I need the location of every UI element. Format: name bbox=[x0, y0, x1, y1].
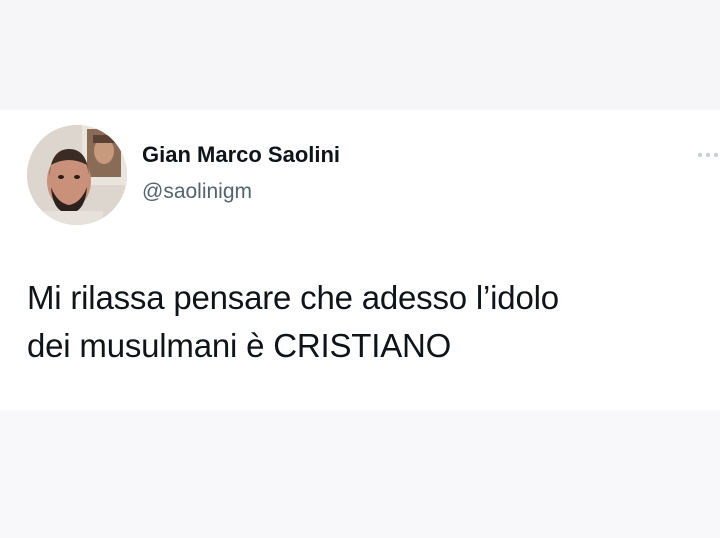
tweet-text-line-1: Mi rilassa pensare che adesso l’idolo bbox=[27, 279, 559, 316]
profile-photo-icon bbox=[27, 125, 127, 225]
top-background bbox=[0, 0, 720, 110]
avatar[interactable] bbox=[27, 125, 127, 225]
more-options-button[interactable] bbox=[696, 146, 720, 164]
author-display-name[interactable]: Gian Marco Saolini bbox=[142, 142, 340, 168]
author-handle[interactable]: @saolinigm bbox=[142, 180, 252, 204]
more-options-icon bbox=[698, 153, 718, 157]
bottom-background bbox=[0, 410, 720, 538]
tweet-text-line-2: dei musulmani è CRISTIANO bbox=[27, 327, 452, 364]
tweet-text: Mi rilassa pensare che adesso l’idolo de… bbox=[27, 274, 697, 370]
